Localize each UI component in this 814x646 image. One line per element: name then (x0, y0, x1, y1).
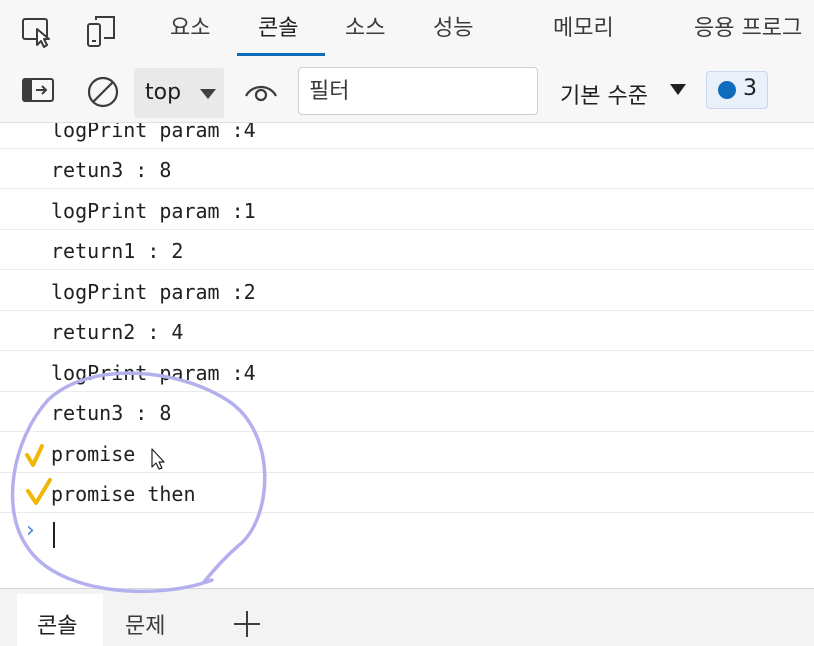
console-input-caret[interactable] (53, 522, 55, 548)
console-message: logPrint param :4 (51, 123, 256, 142)
context-selector[interactable]: top (134, 68, 224, 118)
tab-application[interactable]: 응용 프로그 (694, 14, 802, 46)
inspect-element-icon[interactable] (20, 14, 54, 48)
tab-sources[interactable]: 소스 (345, 14, 385, 46)
console-message: logPrint param :1 (51, 199, 256, 223)
levels-dropdown-arrow-icon (670, 84, 686, 95)
devtools-tab-bar: 요소 콘솔 소스 성능 메모리 응용 프로그 (0, 0, 814, 62)
device-emulation-icon[interactable] (84, 14, 118, 48)
console-message: promise then (51, 482, 196, 506)
add-tab-icon[interactable] (232, 609, 262, 643)
message-count: 3 (743, 76, 757, 101)
console-prompt-chevron-icon: › (26, 518, 35, 543)
live-expression-eye-icon[interactable] (244, 82, 278, 108)
context-selector-label: top (145, 80, 182, 105)
sidebar-toggle-icon[interactable] (22, 78, 56, 108)
console-line: logPrint param :2 (0, 271, 814, 311)
console-line: return2 : 4 (0, 311, 814, 351)
console-line: promise (0, 433, 814, 473)
console-line: logPrint param :4 (0, 352, 814, 392)
filter-input[interactable] (298, 67, 538, 115)
active-tab-indicator (237, 53, 325, 56)
dropdown-arrow-icon (200, 89, 216, 99)
clear-console-icon[interactable] (86, 75, 120, 113)
console-message: logPrint param :2 (51, 280, 256, 304)
console-message: logPrint param :4 (51, 361, 256, 385)
console-message: return2 : 4 (51, 320, 184, 344)
console-output: logPrint param :4 retun3 : 8 logPrint pa… (0, 123, 814, 588)
drawer-tab-issues[interactable]: 문제 (125, 608, 165, 640)
drawer-tab-bar: 콘솔 문제 (0, 588, 814, 646)
console-line: retun3 : 8 (0, 149, 814, 189)
tab-elements[interactable]: 요소 (170, 14, 210, 46)
tab-memory[interactable]: 메모리 (553, 14, 614, 46)
tab-console[interactable]: 콘솔 (258, 14, 298, 46)
console-message: return1 : 2 (51, 239, 184, 263)
log-levels-dropdown[interactable]: 기본 수준 (560, 78, 648, 110)
console-line: retun3 : 8 (0, 392, 814, 432)
console-line: logPrint param :4 (0, 123, 814, 149)
console-line: promise then (0, 473, 814, 513)
message-count-badge[interactable]: 3 (706, 71, 768, 109)
console-line: return1 : 2 (0, 230, 814, 270)
console-message: retun3 : 8 (51, 158, 172, 182)
drawer-tab-console[interactable]: 콘솔 (37, 608, 77, 640)
console-toolbar: top 기본 수준 3 (0, 62, 814, 123)
console-line: logPrint param :1 (0, 190, 814, 230)
message-icon (718, 81, 736, 99)
console-message: retun3 : 8 (51, 401, 172, 425)
tab-performance[interactable]: 성능 (433, 14, 473, 46)
console-message: promise (51, 442, 136, 466)
